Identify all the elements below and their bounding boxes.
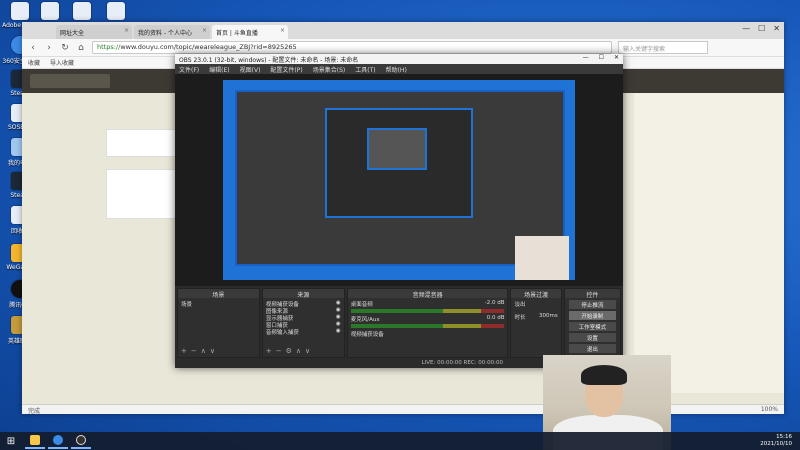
source-item[interactable]: 视频捕获设备 ◉ [266,300,341,308]
menu-profile[interactable]: 配置文件(P) [270,65,302,74]
person-hair [581,365,627,385]
tab-1[interactable]: 网址大全 × [56,25,132,39]
eye-icon[interactable]: ◉ [336,300,341,307]
eye-icon[interactable]: ◉ [336,321,341,328]
forward-icon[interactable]: › [44,43,54,53]
sources-dock: 来源 视频捕获设备 ◉ 图像来源 ◉ 显示器捕获 ◉ 窗口捕获 ◉ 音频输入捕获 ◉ +−… [261,288,345,358]
obs-preview[interactable] [175,74,623,286]
dock-toolbar[interactable]: +−∧∨ [181,347,219,355]
source-item[interactable]: 窗口捕获 ◉ [266,321,341,329]
back-icon[interactable]: ‹ [28,43,38,53]
source-item[interactable]: 显示器捕获 ◉ [266,314,341,322]
menu-view[interactable]: 视图(V) [240,65,261,74]
source-item[interactable]: 图像来源 ◉ [266,307,341,315]
desktop-icon-top-3[interactable] [96,2,136,22]
obs-title-bar: OBS 23.0.1 (32-bit, windows) - 配置文件: 未命名… [175,54,623,64]
volume-meter[interactable] [350,309,505,313]
menu-scene-collection[interactable]: 场景集合(S) [313,65,346,74]
window-controls: — ☐ ✕ [742,24,780,33]
stop-streaming-button[interactable]: 停止推流 [568,300,616,309]
obs-menu-bar: 文件(F) 编辑(E) 视图(V) 配置文件(P) 场景集合(S) 工具(T) … [175,64,623,74]
maximize-icon[interactable]: ☐ [758,24,765,33]
app-icon [41,2,59,20]
app-icon [107,2,125,20]
tab-2[interactable]: 我的资料 - 个人中心 × [134,25,210,39]
preview-screen-capture [223,80,575,280]
studio-mode-button[interactable]: 工作室模式 [568,322,616,331]
close-tab-icon[interactable]: × [202,27,207,34]
scene-item[interactable]: 场景 [181,300,256,308]
menu-help[interactable]: 帮助(H) [386,65,407,74]
menu-file[interactable]: 文件(F) [179,65,199,74]
preview-webcam [515,236,569,280]
controls-dock: 控件 停止推流 开始录制 工作室模式 设置 退出 [563,288,621,358]
duration-input[interactable]: 300ms [539,313,558,320]
taskbar-obs[interactable] [71,433,91,449]
maximize-icon[interactable]: ☐ [599,54,604,61]
bookmark-item[interactable]: 收藏 [28,58,40,67]
side-banner [634,93,784,393]
refresh-icon[interactable]: ↻ [60,43,70,53]
obs-window: OBS 23.0.1 (32-bit, windows) - 配置文件: 未命名… [175,54,623,368]
source-item[interactable]: 音频输入捕获 ◉ [266,328,341,336]
url-input[interactable]: https://www.douyu.com/topic/weareleague_… [92,41,612,54]
menu-tools[interactable]: 工具(T) [355,65,375,74]
exit-button[interactable]: 退出 [568,344,616,353]
close-tab-icon[interactable]: × [124,27,129,34]
eye-icon[interactable]: ◉ [336,307,341,314]
site-logo[interactable] [30,74,110,88]
transition-select[interactable]: 淡出 [514,300,557,308]
app-icon [73,2,91,20]
close-icon[interactable]: ✕ [614,54,619,61]
audio-mixer-dock: 音频混音器 桌面音频 -2.0 dB 麦克风/Aux 0.0 dB 视频捕获设备 [346,288,509,358]
tab-bar: 网址大全 × 我的资料 - 个人中心 × 首页 | 斗鱼直播 × — ☐ ✕ [22,22,784,39]
minimize-icon[interactable]: — [742,24,750,33]
bookmark-item[interactable]: 导入收藏 [50,58,74,67]
obs-window-controls: — ☐ ✕ [583,54,619,61]
obs-icon [76,435,86,445]
scenes-dock: 场景 场景 +−∧∨ [177,288,260,358]
minimize-icon[interactable]: — [583,54,589,61]
taskbar-browser[interactable] [48,433,68,449]
close-tab-icon[interactable]: × [280,27,285,34]
nested-capture [367,128,427,170]
home-icon[interactable]: ⌂ [76,43,86,53]
browser-icon [53,435,63,445]
menu-edit[interactable]: 编辑(E) [209,65,229,74]
eye-icon[interactable]: ◉ [336,314,341,321]
close-icon[interactable]: ✕ [773,24,780,33]
start-recording-button[interactable]: 开始录制 [568,311,616,320]
system-clock[interactable]: 15:16 2021/10/10 [760,434,800,448]
search-input[interactable]: 输入关键字搜索 [618,41,708,54]
start-button[interactable]: ⊞ [0,436,22,447]
eye-icon[interactable]: ◉ [336,328,341,335]
settings-button[interactable]: 设置 [568,333,616,342]
taskbar: ⊞ 15:16 2021/10/10 [0,432,800,450]
content-card[interactable] [106,169,176,219]
nested-capture [325,108,473,218]
obs-docks: 场景 场景 +−∧∨ 来源 视频捕获设备 ◉ 图像来源 ◉ 显示器捕获 ◉ 窗口捕获 ◉… [175,288,623,358]
taskbar-explorer[interactable] [25,433,45,449]
tab-3[interactable]: 首页 | 斗鱼直播 × [212,25,288,39]
volume-meter[interactable] [350,324,505,328]
content-card[interactable] [106,129,176,157]
folder-icon [30,435,40,445]
transitions-dock: 场景过渡 淡出 时长 300ms [510,288,562,358]
dock-toolbar[interactable]: +−⚙∧∨ [266,347,314,355]
acrobat-icon [11,2,29,20]
